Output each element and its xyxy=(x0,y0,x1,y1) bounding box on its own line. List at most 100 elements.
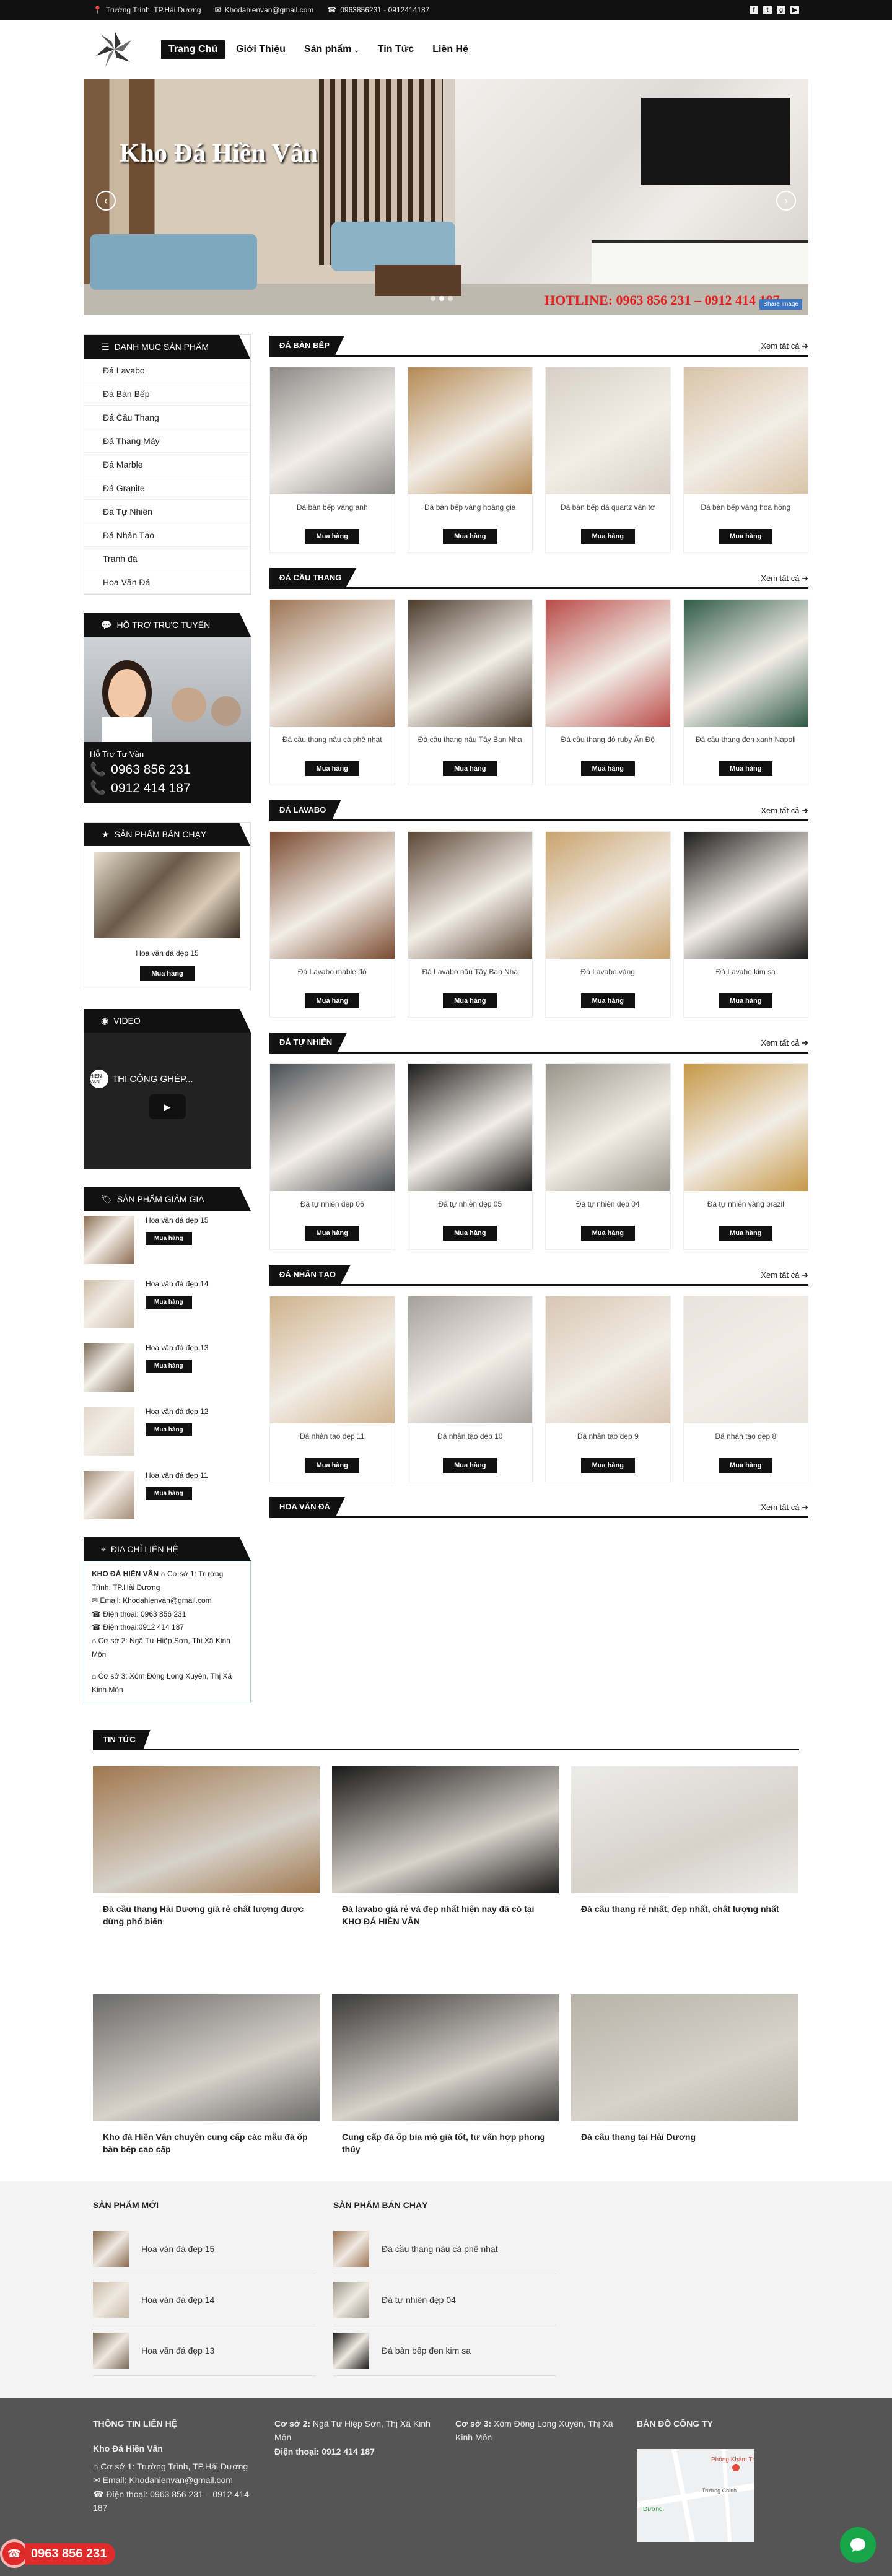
facebook-icon[interactable]: f xyxy=(750,6,758,14)
product-name[interactable]: Đá Lavabo nâu Tây Ban Nha xyxy=(412,967,529,986)
product-image[interactable] xyxy=(84,1471,134,1519)
company-map[interactable]: Phòng Khám Thanh Bình Hải Trường Chinh D… xyxy=(636,2448,792,2543)
product-image[interactable] xyxy=(546,367,670,494)
product-image[interactable] xyxy=(546,1064,670,1191)
nav-home[interactable]: Trang Chủ xyxy=(161,40,225,59)
product-name[interactable]: Hoa văn đá đẹp 15 xyxy=(84,949,250,958)
list-item[interactable]: Đá bàn bếp đen kim sa xyxy=(333,2325,556,2376)
product-name[interactable]: Hoa văn đá đẹp 14 xyxy=(141,2295,214,2305)
product-name[interactable]: Đá cầu thang nâu Tây Ban Nha xyxy=(412,735,529,754)
product-name[interactable]: Hoa văn đá đẹp 14 xyxy=(146,1280,208,1288)
category-item[interactable]: Đá Marble xyxy=(84,453,250,476)
buy-button[interactable]: Mua hàng xyxy=(443,993,497,1008)
news-card[interactable]: Đá cầu thang tại Hải Dương xyxy=(571,1994,798,2211)
buy-button[interactable]: Mua hàng xyxy=(146,1232,192,1245)
news-title-link[interactable]: Kho đá Hiền Vân chuyên cung cấp các mẫu … xyxy=(93,2131,320,2155)
news-image[interactable] xyxy=(93,1994,320,2121)
buy-button[interactable]: Mua hàng xyxy=(443,529,497,544)
nav-news[interactable]: Tin Tức xyxy=(370,40,421,59)
category-item[interactable]: Đá Bàn Bếp xyxy=(84,382,250,406)
category-item[interactable]: Đá Thang Máy xyxy=(84,429,250,453)
list-item[interactable]: Hoa văn đá đẹp 13 xyxy=(93,2325,316,2376)
news-title-link[interactable]: Đá cầu thang tại Hải Dương xyxy=(571,2131,798,2144)
nav-products[interactable]: Sản phẩm ⌄ xyxy=(297,40,367,59)
product-image[interactable] xyxy=(408,1064,532,1191)
product-name[interactable]: Đá nhân tạo đẹp 9 xyxy=(549,1432,667,1451)
product-image[interactable] xyxy=(93,2230,129,2267)
buy-button[interactable]: Mua hàng xyxy=(146,1296,192,1309)
product-image[interactable] xyxy=(408,832,532,959)
nav-contact[interactable]: Liên Hệ xyxy=(425,40,476,59)
category-item[interactable]: Đá Lavabo xyxy=(84,359,250,382)
product-name[interactable]: Hoa văn đá đẹp 12 xyxy=(146,1407,208,1416)
product-image[interactable] xyxy=(84,1343,134,1392)
product-name[interactable]: Đá tự nhiên vàng brazil xyxy=(688,1200,805,1218)
product-image[interactable] xyxy=(270,367,395,494)
product-name[interactable]: Đá cầu thang nâu cà phê nhạt xyxy=(274,735,391,754)
news-card[interactable]: Đá lavabo giá rẻ và đẹp nhất hiện nay đã… xyxy=(332,1766,559,1983)
product-name[interactable]: Đá nhân tạo đẹp 11 xyxy=(274,1432,391,1451)
product-name[interactable]: Hoa văn đá đẹp 13 xyxy=(141,2346,214,2356)
product-image[interactable] xyxy=(333,2230,369,2267)
list-item[interactable]: Đá cầu thang nâu cà phê nhạt xyxy=(333,2224,556,2274)
product-name[interactable]: Đá bàn bếp đá quartz vân tơ xyxy=(549,503,667,522)
site-logo[interactable] xyxy=(93,28,136,71)
product-image[interactable] xyxy=(270,600,395,727)
buy-button[interactable]: Mua hàng xyxy=(146,1360,192,1373)
product-name[interactable]: Đá Lavabo kim sa xyxy=(688,967,805,986)
product-name[interactable]: Đá tự nhiên đẹp 06 xyxy=(274,1200,391,1218)
view-all-link[interactable]: Xem tất cả ➜ xyxy=(761,1503,808,1516)
view-all-link[interactable]: Xem tất cả ➜ xyxy=(761,341,808,355)
product-name[interactable]: Đá Lavabo vàng xyxy=(549,967,667,986)
product-image[interactable] xyxy=(270,1296,395,1423)
product-image[interactable] xyxy=(683,832,808,959)
news-title-link[interactable]: Đá cầu thang rẻ nhất, đẹp nhất, chất lượ… xyxy=(571,1903,798,1916)
product-name[interactable]: Đá bàn bếp vàng hoa hồng xyxy=(688,503,805,522)
buy-button[interactable]: Mua hàng xyxy=(719,1226,773,1241)
product-name[interactable]: Đá tự nhiên đẹp 04 xyxy=(382,2295,456,2305)
section-title[interactable]: ĐÁ BÀN BẾP xyxy=(269,336,344,355)
buy-button[interactable]: Mua hàng xyxy=(580,993,635,1008)
buy-button[interactable]: Mua hàng xyxy=(146,1423,192,1436)
buy-button[interactable]: Mua hàng xyxy=(580,1458,635,1473)
product-image[interactable] xyxy=(84,1280,134,1328)
product-image[interactable] xyxy=(94,852,240,938)
video-player[interactable]: HIEN VAN THI CÔNG GHÉP... ▶ xyxy=(84,1033,251,1169)
product-image[interactable] xyxy=(333,2281,369,2318)
news-image[interactable] xyxy=(571,1994,798,2121)
support-phone-1[interactable]: 📞 0963 856 231 xyxy=(90,762,245,777)
product-image[interactable] xyxy=(93,2332,129,2369)
product-name[interactable]: Hoa văn đá đẹp 11 xyxy=(146,1471,208,1480)
category-item[interactable]: Đá Granite xyxy=(84,476,250,500)
buy-button[interactable]: Mua hàng xyxy=(719,529,773,544)
slider-next-button[interactable]: › xyxy=(776,191,796,211)
google-icon[interactable]: g xyxy=(777,6,785,14)
product-name[interactable]: Đá cầu thang nâu cà phê nhạt xyxy=(382,2244,498,2254)
buy-button[interactable]: Mua hàng xyxy=(443,1226,497,1241)
category-item[interactable]: Đá Nhân Tạo xyxy=(84,523,250,547)
buy-button[interactable]: Mua hàng xyxy=(443,761,497,776)
product-image[interactable] xyxy=(546,1296,670,1423)
product-name[interactable]: Đá bàn bếp đen kim sa xyxy=(382,2346,471,2356)
section-title[interactable]: ĐÁ NHÂN TẠO xyxy=(269,1265,351,1284)
product-image[interactable] xyxy=(546,600,670,727)
news-card[interactable]: Đá cầu thang rẻ nhất, đẹp nhất, chất lượ… xyxy=(571,1766,798,1983)
buy-button[interactable]: Mua hàng xyxy=(443,1458,497,1473)
buy-button[interactable]: Mua hàng xyxy=(719,1458,773,1473)
buy-button[interactable]: Mua hàng xyxy=(305,1226,359,1241)
category-item[interactable]: Đá Tự Nhiên xyxy=(84,500,250,523)
section-title[interactable]: ĐÁ CẦU THANG xyxy=(269,568,357,587)
product-name[interactable]: Hoa văn đá đẹp 15 xyxy=(146,1216,208,1225)
product-name[interactable]: Đá bàn bếp vàng hoàng gia xyxy=(412,503,529,522)
section-title[interactable]: ĐÁ LAVABO xyxy=(269,800,341,819)
news-image[interactable] xyxy=(571,1766,798,1893)
buy-button[interactable]: Mua hàng xyxy=(305,993,359,1008)
product-image[interactable] xyxy=(333,2332,369,2369)
buy-button[interactable]: Mua hàng xyxy=(305,529,359,544)
news-title-link[interactable]: Đá lavabo giá rẻ và đẹp nhất hiện nay đã… xyxy=(332,1903,559,1928)
product-name[interactable]: Đá tự nhiên đẹp 05 xyxy=(412,1200,529,1218)
play-button-icon[interactable]: ▶ xyxy=(149,1094,186,1119)
buy-button[interactable]: Mua hàng xyxy=(146,1487,192,1500)
view-all-link[interactable]: Xem tất cả ➜ xyxy=(761,1038,808,1052)
product-name[interactable]: Hoa văn đá đẹp 13 xyxy=(146,1343,208,1352)
